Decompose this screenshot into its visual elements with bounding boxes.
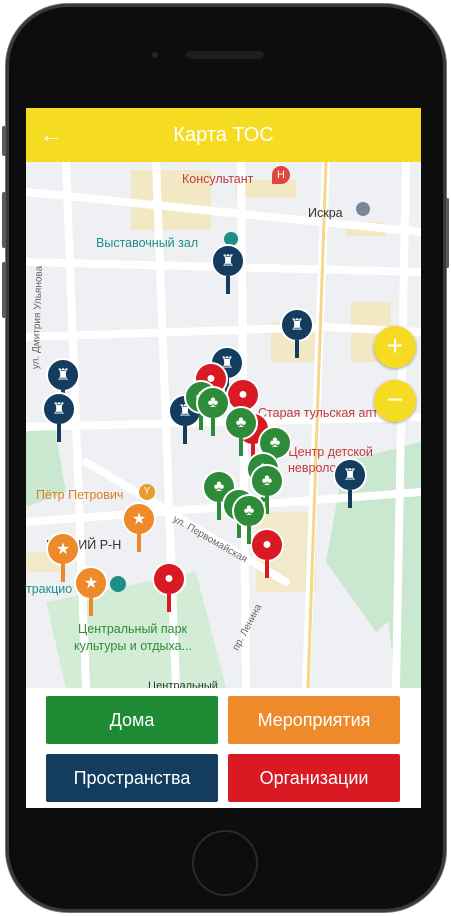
category-filter-bar: Дома Мероприятия Пространства Организаци… <box>26 688 421 808</box>
poi-neurology[interactable]: невроло <box>288 461 337 475</box>
marker-space[interactable]: ♜ <box>42 392 76 442</box>
playground-icon: ♜ <box>280 308 314 342</box>
marker-event[interactable]: ★ <box>74 566 108 616</box>
home-button[interactable] <box>192 830 258 896</box>
poi-park-line2[interactable]: культуры и отдыха... <box>74 639 192 653</box>
app-screen: ← Карта ТОС Консультант H Искра Выставоч… <box>26 108 421 808</box>
front-camera <box>152 52 158 58</box>
organizations-button[interactable]: Организации <box>228 754 400 802</box>
playground-icon: ♜ <box>46 358 80 392</box>
marker-home[interactable]: ♣ <box>224 406 258 456</box>
poi-park-line1[interactable]: Центральный парк <box>78 622 187 636</box>
mute-switch <box>2 126 6 156</box>
volume-down-button <box>2 262 6 318</box>
marker-space[interactable]: ♜ <box>211 244 245 294</box>
playground-icon: ♜ <box>211 244 245 278</box>
poi-consultant[interactable]: Консультант <box>182 172 253 186</box>
poi-petr-petrovich[interactable]: Пётр Петрович <box>36 488 123 502</box>
event-icon: ★ <box>122 502 156 536</box>
events-button[interactable]: Мероприятия <box>228 696 400 744</box>
playground-icon: ♜ <box>42 392 76 426</box>
app-bar: ← Карта ТОС <box>26 108 421 162</box>
poi-central: Центральный <box>148 680 218 688</box>
homes-button[interactable]: Дома <box>46 696 218 744</box>
event-icon: ★ <box>46 532 80 566</box>
poi-exhibition-hall[interactable]: Выставочный зал <box>96 236 198 250</box>
spaces-button[interactable]: Пространства <box>46 754 218 802</box>
playground-icon: ♜ <box>333 458 367 492</box>
piggy-bank-icon: ● <box>152 562 186 596</box>
page-title: Карта ТОС <box>173 124 274 146</box>
event-icon: ★ <box>74 566 108 600</box>
bar-icon: Y <box>139 484 155 500</box>
attraction-icon <box>110 576 126 592</box>
poi-iskra[interactable]: Искра <box>308 206 343 220</box>
poi-pharmacy[interactable]: Старая тульская апт <box>258 406 378 420</box>
hospital-icon: H <box>272 166 290 184</box>
poi-child-center[interactable]: "Центр детской <box>284 445 373 459</box>
marker-organization[interactable]: ● <box>152 562 186 612</box>
tree-icon: ♣ <box>232 494 266 528</box>
tree-icon: ♣ <box>224 406 258 440</box>
poi-attractions[interactable]: тракцио <box>26 582 72 596</box>
power-button <box>446 198 449 268</box>
marker-space[interactable]: ♜ <box>280 308 314 358</box>
zoom-in-button[interactable]: + <box>374 326 416 368</box>
volume-up-button <box>2 192 6 248</box>
location-pin-icon <box>356 202 370 216</box>
zoom-out-button[interactable]: − <box>374 380 416 422</box>
earpiece-speaker <box>186 51 264 59</box>
map-view[interactable]: Консультант H Искра Выставочный зал Стар… <box>26 162 421 688</box>
marker-home[interactable]: ♣ <box>232 494 266 544</box>
marker-space[interactable]: ♜ <box>333 458 367 508</box>
marker-event[interactable]: ★ <box>122 502 156 552</box>
